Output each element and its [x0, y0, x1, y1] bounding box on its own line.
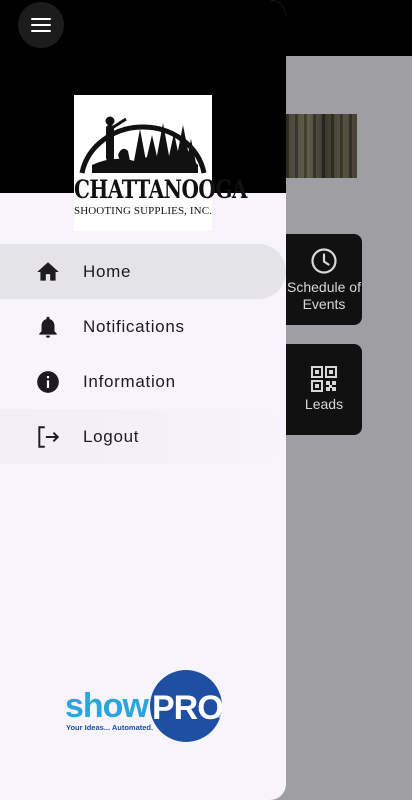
svg-text:Your Ideas... Automated.: Your Ideas... Automated.: [66, 723, 153, 732]
showpro-logo: show PRO SM Your Ideas... Automated.: [64, 670, 224, 744]
schedule-label-line1: Schedule of: [287, 278, 361, 295]
nav-label-notifications: Notifications: [83, 316, 185, 336]
schedule-label-line2: Events: [302, 295, 346, 312]
nav-label-logout: Logout: [83, 426, 140, 446]
nav-item-notifications[interactable]: Notifications: [0, 299, 286, 354]
qr-code-icon: [311, 366, 337, 392]
logo-subtitle: SHOOTING SUPPLIES, INC.: [74, 205, 212, 217]
nav-label-information: Information: [83, 371, 176, 391]
svg-text:SM: SM: [214, 714, 222, 720]
banner-image: [286, 114, 357, 178]
nav-label-home: Home: [83, 261, 132, 281]
info-icon: [35, 369, 61, 395]
nav-item-information[interactable]: Information: [0, 354, 286, 409]
navigation-drawer: CHATTANOOGA SHOOTING SUPPLIES, INC. Home…: [0, 0, 286, 800]
nav-item-logout[interactable]: Logout: [0, 409, 286, 464]
schedule-of-events-tile[interactable]: Schedule of Events: [286, 234, 362, 325]
home-icon: [35, 259, 61, 285]
svg-text:PRO: PRO: [152, 689, 223, 727]
svg-text:show: show: [65, 687, 149, 725]
leads-label: Leads: [304, 396, 344, 412]
hamburger-icon: [31, 18, 51, 33]
logout-icon: [35, 424, 61, 450]
clock-icon: [311, 247, 337, 274]
menu-button[interactable]: [18, 2, 64, 48]
bell-icon: [35, 314, 61, 340]
logo-emblem: [79, 116, 207, 174]
nav-item-home[interactable]: Home: [0, 244, 286, 299]
logo-title: CHATTANOOGA: [74, 174, 247, 204]
chattanooga-logo: CHATTANOOGA SHOOTING SUPPLIES, INC.: [74, 95, 247, 231]
drawer-nav: Home Notifications Information Logout: [0, 244, 286, 464]
leads-tile[interactable]: Leads: [286, 344, 362, 435]
